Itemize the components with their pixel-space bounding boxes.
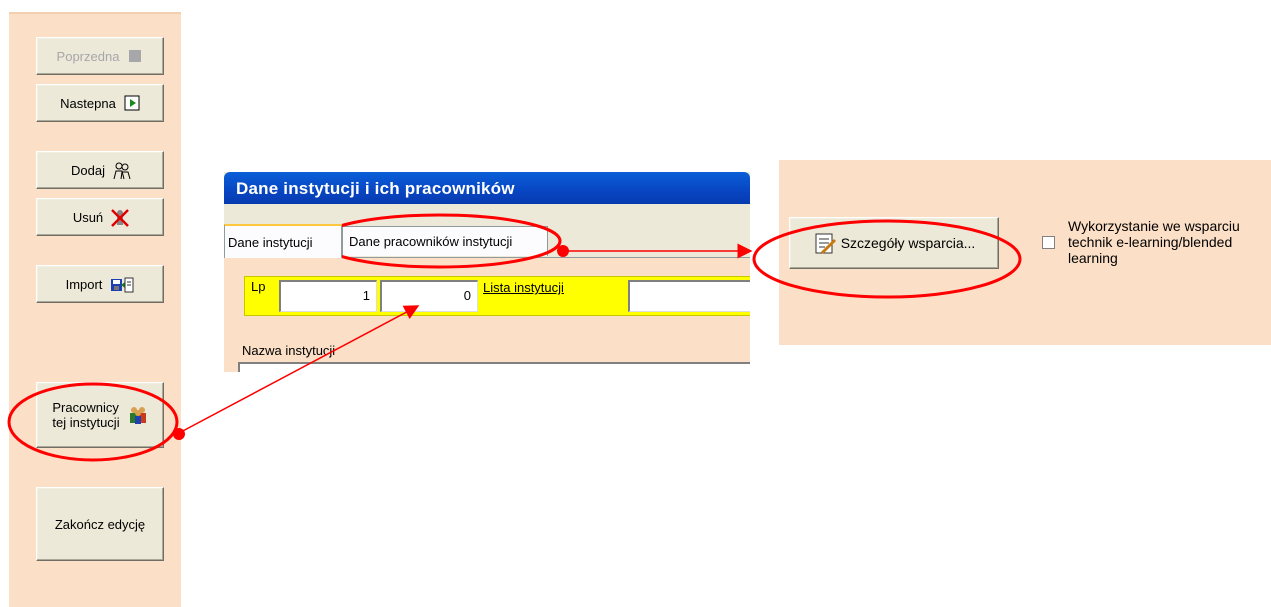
employees-label-line1: Pracownicy xyxy=(52,400,119,415)
window-titlebar: Dane instytucji i ich pracowników xyxy=(224,172,750,204)
previous-button[interactable]: Poprzedna xyxy=(36,37,164,75)
window-title: Dane instytucji i ich pracowników xyxy=(236,179,515,198)
institution-form-window: Dane instytucji i ich pracowników Dane i… xyxy=(224,172,750,372)
delete-button[interactable]: Usuń xyxy=(36,198,164,236)
tab-employees-data[interactable]: Dane pracowników instytucji xyxy=(342,226,548,256)
institution-name-label: Nazwa instytucji xyxy=(242,343,336,358)
lp-field[interactable]: 1 xyxy=(279,280,377,312)
institution-name-field[interactable] xyxy=(238,362,750,372)
delete-button-label: Usuń xyxy=(72,209,104,225)
finish-edit-button[interactable]: Zakończ edycję xyxy=(36,487,164,561)
notepad-edit-icon xyxy=(813,231,837,255)
tab-institution-data-label: Dane instytucji xyxy=(228,234,313,250)
support-details-label: Szczegóły wsparcia... xyxy=(840,235,976,251)
import-button[interactable]: Import xyxy=(36,265,164,303)
lp-label: Lp xyxy=(251,279,266,294)
import-button-label: Import xyxy=(65,276,103,292)
tab-institution-data[interactable]: Dane instytucji xyxy=(224,224,342,258)
play-icon xyxy=(124,95,140,111)
elearning-checkbox-label: Wykorzystanie we wsparciu technik e-lear… xyxy=(1068,218,1240,266)
add-button-label: Dodaj xyxy=(71,162,105,178)
employees-button[interactable]: Pracownicy tej instytucji xyxy=(36,382,164,448)
import-disk-icon xyxy=(110,276,134,293)
institution-list-label-text: Lista instytucji xyxy=(483,280,564,295)
finish-edit-button-label: Zakończ edycję xyxy=(54,516,146,532)
elearning-checkbox[interactable] xyxy=(1042,236,1055,249)
group-people-icon xyxy=(128,405,148,425)
support-details-button[interactable]: Szczegóły wsparcia... xyxy=(789,217,999,269)
employees-label-line2: tej instytucji xyxy=(52,415,120,430)
tab-employees-data-label: Dane pracowników instytucji xyxy=(349,234,513,249)
next-button-label: Nastepna xyxy=(60,95,116,111)
employees-button-label: Pracownicy tej instytucji xyxy=(52,400,119,430)
delete-person-icon xyxy=(111,209,130,227)
total-count-field[interactable]: 0 xyxy=(380,280,478,312)
next-button[interactable]: Nastepna xyxy=(36,84,164,122)
people-icon xyxy=(113,162,131,180)
institution-list-label: Lista instytucji xyxy=(483,280,564,295)
previous-button-label: Poprzedna xyxy=(56,48,120,64)
institution-list-combo[interactable] xyxy=(628,280,750,312)
add-button[interactable]: Dodaj xyxy=(36,151,164,189)
stop-icon xyxy=(127,48,143,64)
panel-divider xyxy=(9,12,181,14)
